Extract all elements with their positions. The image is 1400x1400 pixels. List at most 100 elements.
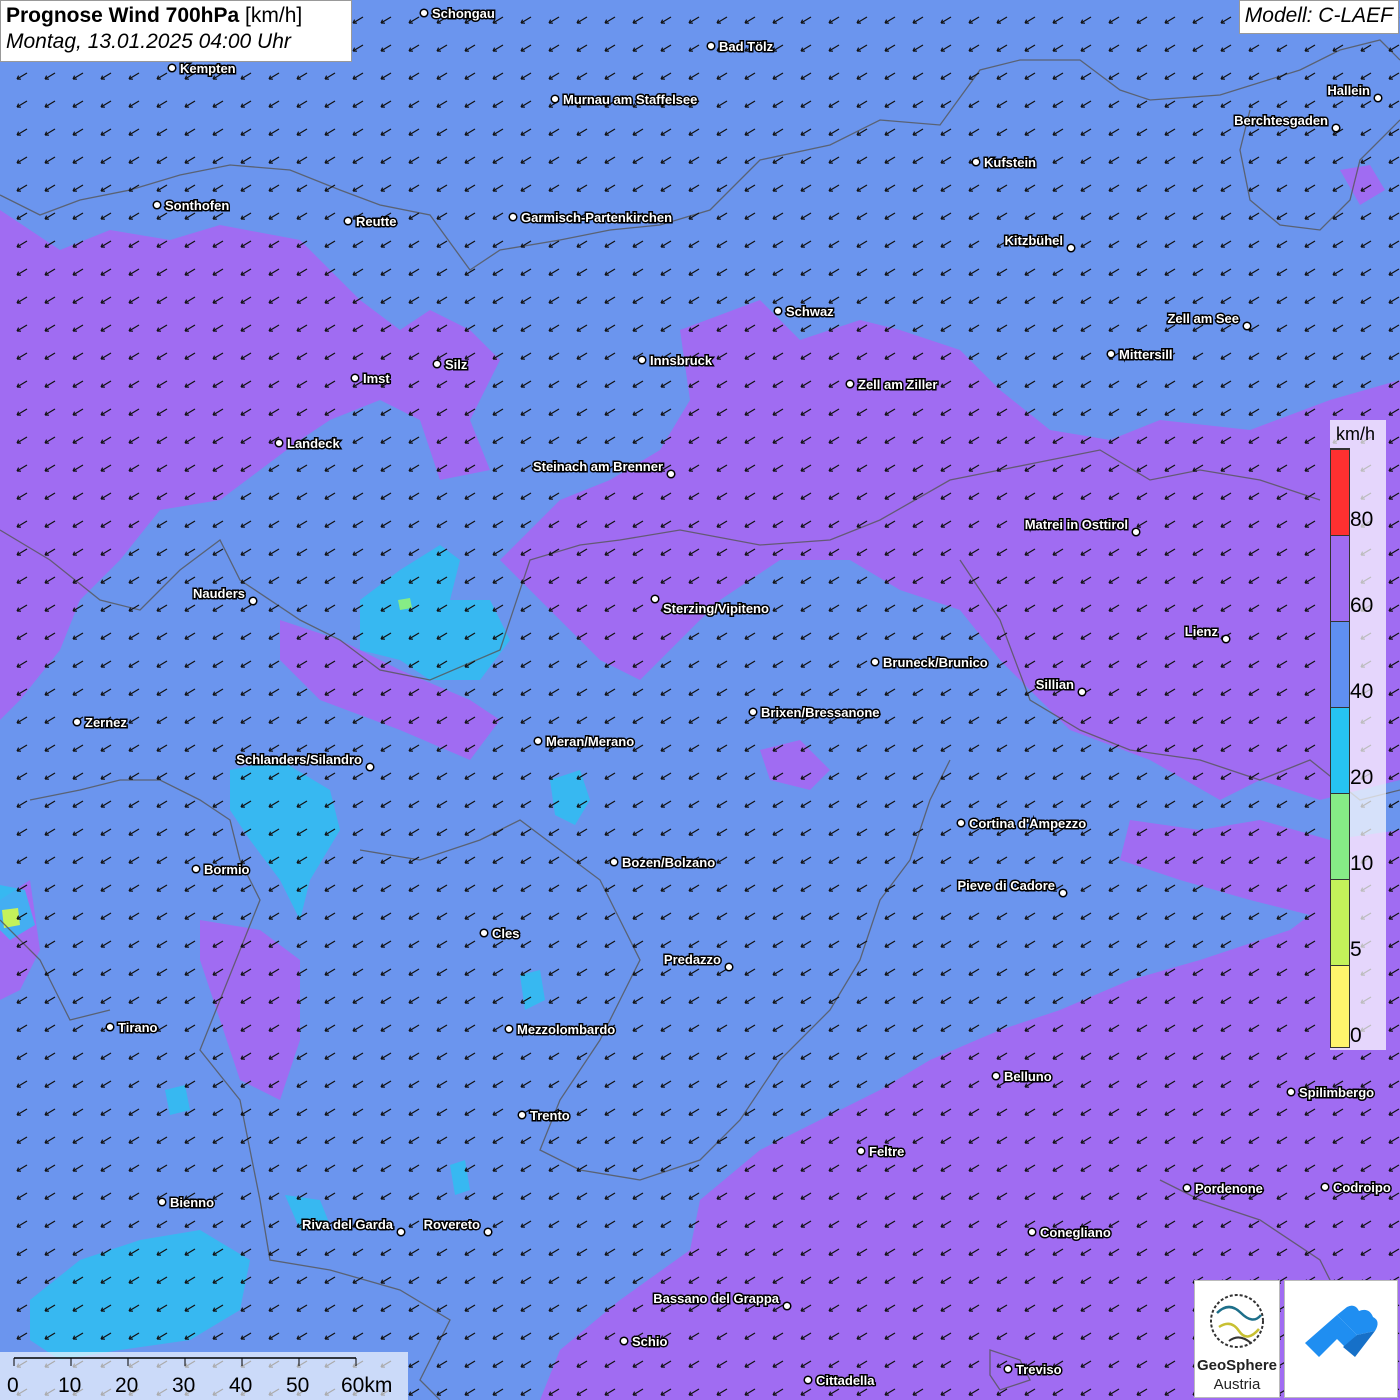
- city-dot: [1027, 1227, 1037, 1237]
- city-label: Brixen/Bressanone: [761, 705, 880, 720]
- city-marker: Brixen/Bressanone: [748, 704, 881, 722]
- city-dot: [609, 857, 619, 867]
- city-marker: Schongau: [419, 5, 496, 23]
- city-label: Pordenone: [1195, 1181, 1263, 1196]
- city-dot: [706, 41, 716, 51]
- city-label: Imst: [363, 371, 390, 386]
- city-label: Hallein: [1327, 83, 1370, 98]
- scale-label-20: 20: [115, 1374, 139, 1397]
- city-marker: Cortina d'Ampezzo: [956, 815, 1088, 833]
- city-label: Trento: [530, 1108, 570, 1123]
- city-dot: [533, 736, 543, 746]
- city-dot: [1106, 349, 1116, 359]
- city-marker: Zell am Ziller: [845, 376, 939, 394]
- city-label: Mezzolombardo: [517, 1022, 615, 1037]
- city-dot: [1320, 1182, 1330, 1192]
- legend-bar: [1330, 448, 1350, 1048]
- city-dot: [343, 216, 353, 226]
- city-marker: Sonthofen: [152, 197, 231, 215]
- city-dot: [248, 596, 258, 606]
- city-dot: [152, 200, 162, 210]
- city-dot: [1003, 1364, 1013, 1374]
- city-label: Murnau am Staffelsee: [563, 92, 697, 107]
- city-label: Cortina d'Ampezzo: [969, 816, 1086, 831]
- city-label: Meran/Merano: [546, 734, 634, 749]
- city-dot: [724, 962, 734, 972]
- city-dot: [1066, 243, 1076, 253]
- city-dot: [1077, 687, 1087, 697]
- geosphere-emblem-icon: [1210, 1294, 1264, 1348]
- city-label: Predazzo: [664, 952, 721, 967]
- city-label: Sterzing/Vipiteno: [663, 601, 769, 616]
- city-dot: [191, 864, 201, 874]
- city-marker: Innsbruck: [637, 352, 714, 370]
- city-dot: [991, 1071, 1001, 1081]
- legend-seg-cyan: [1331, 707, 1349, 793]
- city-dot: [748, 707, 758, 717]
- legend-tick-40: 40: [1350, 680, 1374, 703]
- scale-label-60km: 60km: [341, 1374, 393, 1397]
- city-dot: [637, 355, 647, 365]
- color-legend: km/h 80 60 40 20 10 5 0: [1330, 420, 1386, 1050]
- city-dot: [1331, 123, 1341, 133]
- city-marker: Conegliano: [1027, 1224, 1112, 1242]
- city-marker: Pordenone: [1182, 1180, 1264, 1198]
- map-title-unit: [km/h]: [245, 4, 303, 27]
- city-label: Zell am See: [1167, 311, 1239, 326]
- city-label: Treviso: [1016, 1362, 1062, 1377]
- legend-seg-green: [1331, 793, 1349, 879]
- city-label: Silz: [445, 357, 468, 372]
- city-dot: [971, 157, 981, 167]
- city-label: Cittadella: [816, 1373, 875, 1388]
- city-label: Landeck: [287, 436, 341, 451]
- app-logo[interactable]: [1284, 1280, 1398, 1398]
- city-dot: [350, 373, 360, 383]
- city-dot: [550, 94, 560, 104]
- city-label: Riva del Garda: [302, 1217, 394, 1232]
- city-label: Feltre: [869, 1144, 904, 1159]
- city-marker: Murnau am Staffelsee: [550, 91, 699, 109]
- map-title-box: Prognose Wind 700hPa [km/h] Montag, 13.0…: [0, 0, 352, 62]
- geosphere-name: GeoSphere: [1196, 1357, 1278, 1374]
- city-label: Matrei in Osttirol: [1025, 517, 1128, 532]
- city-label: Sonthofen: [165, 198, 229, 213]
- city-dot: [396, 1227, 406, 1237]
- city-label: Conegliano: [1040, 1225, 1111, 1240]
- city-label: Sillian: [1036, 677, 1074, 692]
- city-label: Zernez: [85, 715, 127, 730]
- city-dot: [856, 1146, 866, 1156]
- city-dot: [845, 379, 855, 389]
- city-label: Schongau: [432, 6, 495, 21]
- scale-bar-ruler: [13, 1357, 357, 1366]
- legend-tick-0: 0: [1350, 1024, 1362, 1047]
- city-dot: [167, 63, 177, 73]
- scale-label-10: 10: [58, 1374, 82, 1397]
- city-label: Schio: [632, 1334, 667, 1349]
- city-dot: [956, 818, 966, 828]
- city-dot: [782, 1301, 792, 1311]
- city-dot: [666, 469, 676, 479]
- forecast-datetime: Montag, 13.01.2025 04:00 Uhr: [6, 30, 291, 53]
- city-label: Spilimbergo: [1299, 1085, 1374, 1100]
- app-cloud-icon: [1305, 1305, 1378, 1357]
- city-label: Nauders: [193, 586, 245, 601]
- city-label: Innsbruck: [650, 353, 713, 368]
- city-dot: [274, 438, 284, 448]
- city-dot: [419, 8, 429, 18]
- city-dot: [105, 1022, 115, 1032]
- city-dot: [432, 359, 442, 369]
- city-label: Schwaz: [786, 304, 834, 319]
- city-label: Bienno: [170, 1195, 214, 1210]
- city-dot: [504, 1024, 514, 1034]
- geosphere-logo[interactable]: GeoSphere Austria: [1194, 1280, 1280, 1398]
- city-dot: [870, 657, 880, 667]
- city-dot: [773, 306, 783, 316]
- wind-map[interactable]: Schongau Bad Tölz Kempten Murnau am Staffel…: [0, 0, 1400, 1400]
- city-label: Bassano del Grappa: [653, 1291, 779, 1306]
- city-marker: Mezzolombardo: [504, 1021, 617, 1039]
- city-dot: [157, 1197, 167, 1207]
- city-label: Tirano: [118, 1020, 158, 1035]
- scale-label-50: 50: [286, 1374, 310, 1397]
- city-dot: [803, 1375, 813, 1385]
- map-title-main: Prognose Wind 700hPa: [6, 4, 240, 27]
